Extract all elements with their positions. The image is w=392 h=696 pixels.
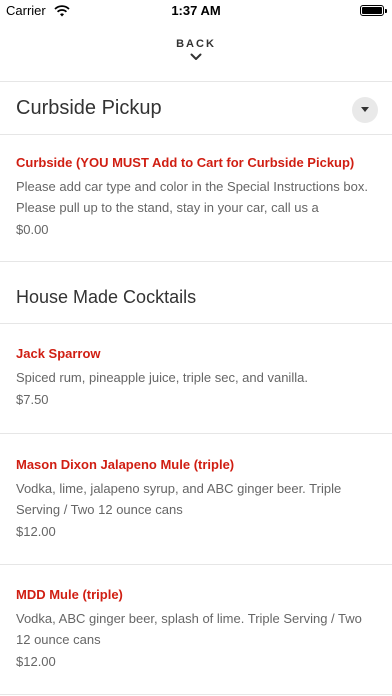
item-description: Spiced rum, pineapple juice, triple sec,… — [16, 370, 308, 385]
section-title-cocktails: House Made Cocktails — [16, 287, 197, 307]
menu-item-curbside[interactable]: Curbside (YOU MUST Add to Cart for Curbs… — [16, 154, 378, 239]
divider — [0, 323, 392, 324]
item-name: Mason Dixon Jalapeno Mule (triple) — [16, 457, 235, 472]
item-description: Please add car type and color in the Spe… — [16, 179, 368, 215]
menu-item-jack-sparrow[interactable]: Jack Sparrow Spiced rum, pineapple juice… — [16, 345, 378, 409]
item-price: $12.00 — [16, 654, 56, 669]
collapse-button[interactable] — [352, 97, 378, 123]
divider — [0, 134, 392, 135]
menu-item-mdd-mule[interactable]: MDD Mule (triple) Vodka, ABC ginger beer… — [16, 586, 378, 671]
chevron-down-icon — [190, 53, 202, 60]
item-description: Vodka, ABC ginger beer, splash of lime. … — [16, 611, 362, 647]
clock: 1:37 AM — [171, 3, 221, 18]
battery-icon — [360, 5, 387, 16]
item-name: MDD Mule (triple) — [16, 587, 123, 602]
item-name: Jack Sparrow — [16, 346, 101, 361]
back-button[interactable]: BACK — [146, 32, 246, 72]
item-price: $0.00 — [16, 222, 49, 237]
divider — [0, 433, 392, 434]
back-label: BACK — [176, 38, 216, 50]
divider — [0, 694, 392, 695]
divider — [0, 564, 392, 565]
caret-down-icon — [361, 107, 369, 112]
divider — [0, 81, 392, 82]
item-name: Curbside (YOU MUST Add to Cart for Curbs… — [16, 155, 355, 170]
divider — [0, 261, 392, 262]
status-bar: Carrier 1:37 AM — [0, 0, 392, 22]
item-price: $7.50 — [16, 392, 49, 407]
item-description: Vodka, lime, jalapeno syrup, and ABC gin… — [16, 481, 342, 517]
item-price: $12.00 — [16, 524, 56, 539]
menu-item-mason-dixon-mule[interactable]: Mason Dixon Jalapeno Mule (triple) Vodka… — [16, 456, 378, 541]
section-title-curbside: Curbside Pickup — [16, 97, 162, 119]
